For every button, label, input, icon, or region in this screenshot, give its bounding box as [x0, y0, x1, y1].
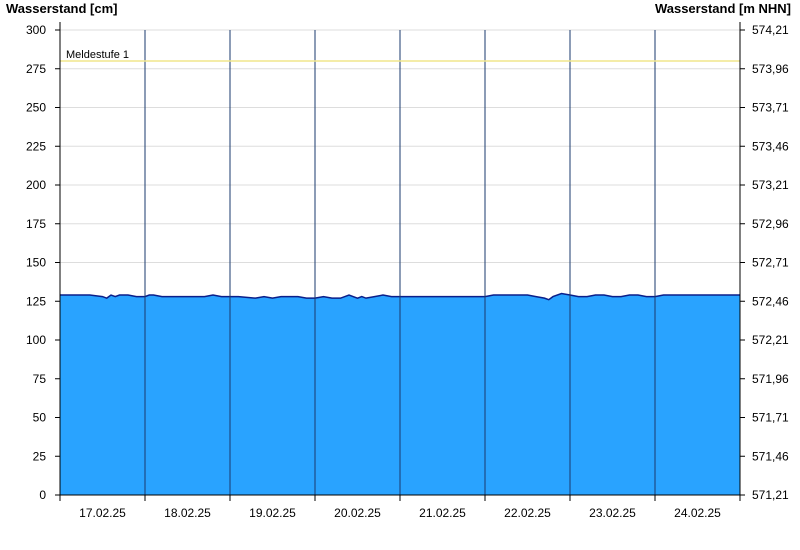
left-tick-label: 75 — [33, 372, 47, 386]
x-tick-label: 20.02.25 — [334, 506, 381, 520]
x-axis-ticks: 17.02.25 18.02.25 19.02.25 20.02.25 21.02.25… — [59, 495, 741, 520]
left-tick-label: 250 — [26, 101, 46, 115]
x-tick-label: 24.02.25 — [674, 506, 721, 520]
left-tick-label: 0 — [39, 488, 46, 502]
right-tick-label: 573,96 — [752, 62, 789, 76]
right-tick-label: 573,21 — [752, 178, 789, 192]
left-tick-label: 100 — [26, 333, 46, 347]
right-tick-label: 571,46 — [752, 449, 789, 463]
x-tick-label: 17.02.25 — [79, 506, 126, 520]
left-tick-label: 50 — [33, 411, 47, 425]
left-y-axis-ticks: 0 25 50 75 100 125 150 175 200 225 250 275 300 — [26, 23, 60, 502]
right-tick-label: 574,21 — [752, 23, 789, 37]
left-tick-label: 300 — [26, 23, 46, 37]
x-tick-label: 19.02.25 — [249, 506, 296, 520]
left-tick-label: 200 — [26, 178, 46, 192]
right-tick-label: 573,46 — [752, 139, 789, 153]
right-tick-label: 573,71 — [752, 101, 789, 115]
right-y-axis-ticks: 571,21 571,46 571,71 571,96 572,21 572,46 572,… — [740, 23, 789, 502]
left-tick-label: 275 — [26, 62, 46, 76]
right-tick-label: 572,96 — [752, 217, 789, 231]
x-tick-label: 18.02.25 — [164, 506, 211, 520]
x-tick-label: 22.02.25 — [504, 506, 551, 520]
right-tick-label: 572,46 — [752, 294, 789, 308]
right-tick-label: 571,96 — [752, 372, 789, 386]
x-tick-label: 21.02.25 — [419, 506, 466, 520]
right-tick-label: 571,21 — [752, 488, 789, 502]
x-tick-label: 23.02.25 — [589, 506, 636, 520]
left-tick-label: 150 — [26, 256, 46, 270]
left-axis-title: Wasserstand [cm] — [6, 1, 118, 16]
left-tick-label: 175 — [26, 217, 46, 231]
left-tick-label: 25 — [33, 449, 47, 463]
left-tick-label: 225 — [26, 139, 46, 153]
meldestufe-label: Meldestufe 1 — [66, 49, 129, 61]
water-level-chart: Meldestufe 1 0 25 50 75 100 125 150 175 200 225 25… — [6, 1, 791, 520]
left-tick-label: 125 — [26, 294, 46, 308]
right-tick-label: 571,71 — [752, 411, 789, 425]
right-tick-label: 572,21 — [752, 333, 789, 347]
right-axis-title: Wasserstand [m NHN] — [655, 1, 791, 16]
right-tick-label: 572,71 — [752, 256, 789, 270]
